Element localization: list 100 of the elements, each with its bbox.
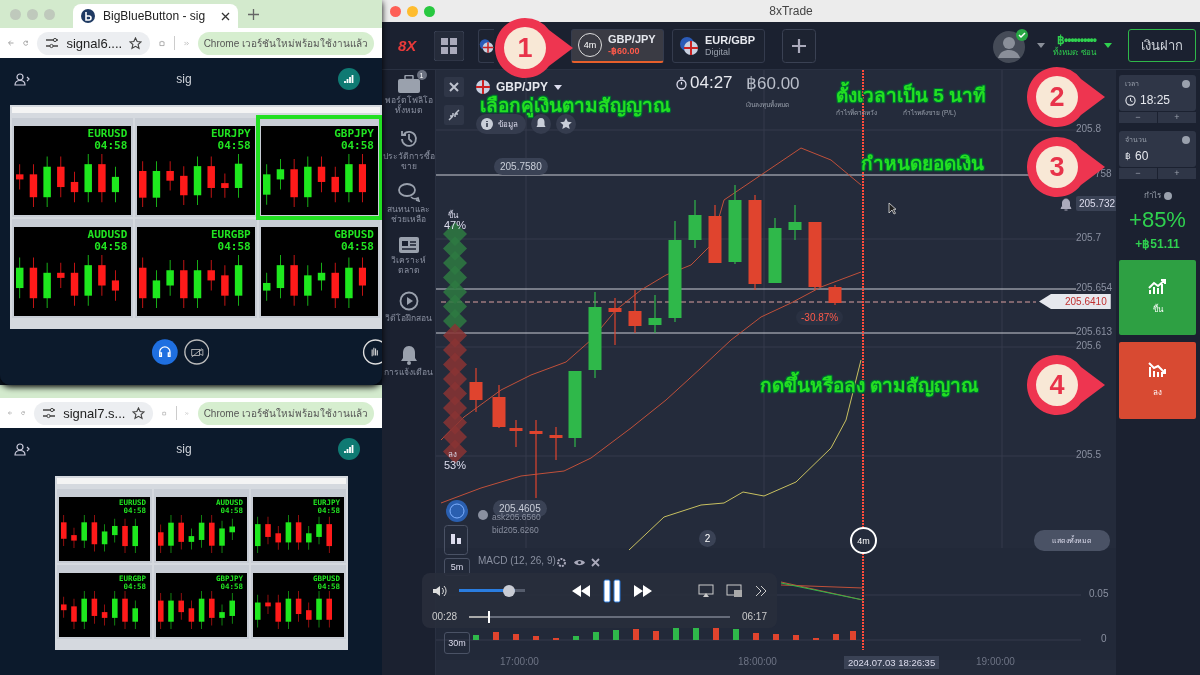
step-marker: 4 [1027,353,1105,417]
help-icon[interactable] [1163,191,1172,200]
chevrons-icon[interactable] [755,584,767,597]
close-icon[interactable] [444,77,464,97]
user-list-icon[interactable] [14,72,30,86]
chart-timer-label: 04:58 [217,240,251,253]
connection-signal-icon[interactable] [338,68,360,90]
picture-in-picture-icon[interactable] [726,583,743,598]
bell-icon[interactable] [1060,198,1072,212]
play-icon[interactable] [398,291,419,311]
connection-signal-icon[interactable] [338,438,360,460]
asset-tab[interactable] [478,28,494,63]
site-settings-icon[interactable] [42,407,57,419]
avatar-icon[interactable] [992,28,1029,63]
cast-screen-icon[interactable] [698,583,714,598]
camera-off-button[interactable] [183,337,210,367]
address-bar[interactable]: signal6.... [37,31,151,55]
current-price-tag: 205.6410 [1039,294,1111,309]
collapse-icon[interactable] [444,105,464,125]
headphones-button[interactable] [152,337,178,367]
settings-icon[interactable] [556,557,567,568]
caret-icon[interactable] [1036,43,1045,48]
raise-hand-button[interactable] [361,337,382,367]
add-tab-icon[interactable] [782,28,816,63]
site-settings-icon[interactable] [45,37,60,49]
sentiment-down-percent: 53% [444,459,467,471]
decrease-button[interactable]: − [1119,168,1157,179]
step-marker: 1 [495,16,573,80]
browser-tab[interactable]: BigBlueButton - sig [73,4,238,28]
flag-icon [679,35,699,56]
decrease-button[interactable]: − [1119,112,1157,123]
update-notice-button[interactable]: Chrome เวอร์ชันใหม่พร้อมใช้งานแล้ว [197,401,374,425]
falling-chart-icon [1147,362,1168,378]
help-icon[interactable] [1182,79,1190,88]
sidebar-label[interactable]: วิเคราะห์ตลาด [382,256,435,276]
user-list-icon[interactable] [14,442,30,456]
help-icon[interactable] [1182,135,1190,144]
account-balance[interactable]: ฿•••••••••• [1057,32,1096,49]
asset-tab[interactable]: EUR/GBP Digital [672,28,765,63]
pause-button[interactable] [602,578,621,603]
caret-icon[interactable] [1104,43,1112,48]
high-price-tag: 205.7580 [494,158,548,175]
put-button[interactable]: ลง [1119,342,1196,419]
news-icon[interactable] [398,237,419,253]
clock-icon [1125,94,1136,106]
sidebar-label[interactable]: สนทนาและช่วยเหลือ [382,205,435,225]
increase-button[interactable]: + [1158,112,1196,123]
window-title: 8xTrade [769,4,813,18]
volume-icon[interactable] [432,584,447,597]
briefcase-icon[interactable] [397,75,420,93]
sidebar-label[interactable]: การแจ้งเตือน [382,368,435,378]
alert-price-tag[interactable]: 205.732 [1076,196,1116,211]
fast-forward-icon[interactable] [632,584,653,597]
sidebar-label[interactable]: วิดีโอฝึกสอน [382,314,435,324]
candle-type-button[interactable] [444,525,468,555]
payout-percent: +85% [1128,207,1187,233]
chart-pair-label: EURJPY [210,128,251,140]
sidebar-label[interactable]: ประวัติการซื้อขาย [382,152,435,172]
address-bar[interactable]: signal7.s... [34,401,154,425]
expiry-time-field[interactable]: 18:25 [1140,93,1171,107]
info-button[interactable]: ข้อมูล [476,114,526,134]
increase-button[interactable]: + [1158,168,1196,179]
eye-icon[interactable] [573,558,586,567]
asset-selector[interactable]: GBP/JPY [496,80,549,94]
amount-field[interactable]: 60 [1135,149,1149,163]
history-icon[interactable] [398,129,419,149]
candle [768,217,782,284]
close-icon[interactable] [221,11,230,21]
close-icon[interactable] [591,558,600,567]
help-icon[interactable] [478,510,488,520]
update-notice-button[interactable]: Chrome เวอร์ชันใหม่พร้อมใช้งานแล้ว [197,31,374,55]
bookmark-star-icon[interactable] [129,36,143,50]
window-close-button[interactable] [390,5,401,17]
timeframe-button[interactable]: 30m [444,632,470,654]
annotation-text: กำหนดยอดเงิน [861,152,984,176]
time-axis-label: 19:00:00 [976,656,1015,667]
chart-timer-label: 04:58 [94,240,128,253]
time-remaining: 04:27 [690,73,733,93]
annotation-text: ตั้งเวลาเป็น 5 นาที [836,80,987,110]
event-badge[interactable]: 2 [699,530,716,547]
asset-tab[interactable]: 4m GBP/JPY -฿60.00 [571,28,664,63]
bid-price: bid205.6260 [492,525,539,535]
new-tab-icon[interactable] [248,8,259,20]
rewind-icon[interactable] [570,584,591,597]
candle [708,204,722,264]
indicator-label: MACD (12, 26, 9) [478,555,556,566]
flag-icon [476,80,490,94]
chart-timer-label: 04:58 [340,139,374,152]
total-time: 06:17 [741,611,767,622]
sidebar-label[interactable]: พอร์ตโฟลิโอทั้งหมด [382,96,435,116]
grid-icon[interactable] [434,30,464,61]
bookmark-star-icon[interactable] [132,406,146,420]
deposit-button[interactable]: เงินฝาก [1128,29,1196,62]
chart-pair-label: EURGBP [210,229,251,241]
chart-timer-label: 04:58 [340,240,374,253]
price-axis-label: 205.7 [1076,232,1102,243]
caret-icon[interactable] [554,84,563,90]
chat-icon[interactable] [397,183,420,202]
chart-pair-label: EURUSD [87,128,128,140]
bell-icon[interactable] [399,345,418,365]
